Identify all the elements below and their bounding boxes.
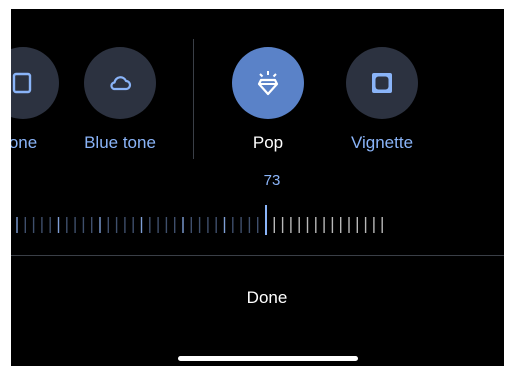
home-indicator[interactable] xyxy=(178,356,358,361)
vignette-square-icon xyxy=(372,73,392,93)
tool-pop[interactable]: Pop xyxy=(213,47,323,153)
cloud-icon xyxy=(110,76,132,91)
tool-blue-tone-circle xyxy=(84,47,156,119)
tool-blue-tone[interactable]: Blue tone xyxy=(65,47,175,153)
adjustment-slider[interactable] xyxy=(11,205,504,245)
bottom-divider xyxy=(11,255,504,256)
editor-panel: one Blue tone Pop Vignette 73 Done xyxy=(11,9,504,366)
tool-blue-tone-label: Blue tone xyxy=(84,133,156,152)
adjustment-value: 73 xyxy=(263,172,281,189)
tool-pop-circle xyxy=(232,47,304,119)
screen: one Blue tone Pop Vignette 73 Done xyxy=(0,0,516,370)
tool-pop-label: Pop xyxy=(252,133,284,152)
tool-vignette[interactable]: Vignette xyxy=(327,47,437,153)
tool-divider xyxy=(193,39,194,159)
tool-partial-circle xyxy=(11,47,59,119)
tone-icon xyxy=(12,72,32,94)
diamond-sparkle-icon xyxy=(257,71,279,96)
tool-vignette-circle xyxy=(346,47,418,119)
tool-vignette-label: Vignette xyxy=(350,133,414,152)
done-button[interactable]: Done xyxy=(207,283,327,313)
